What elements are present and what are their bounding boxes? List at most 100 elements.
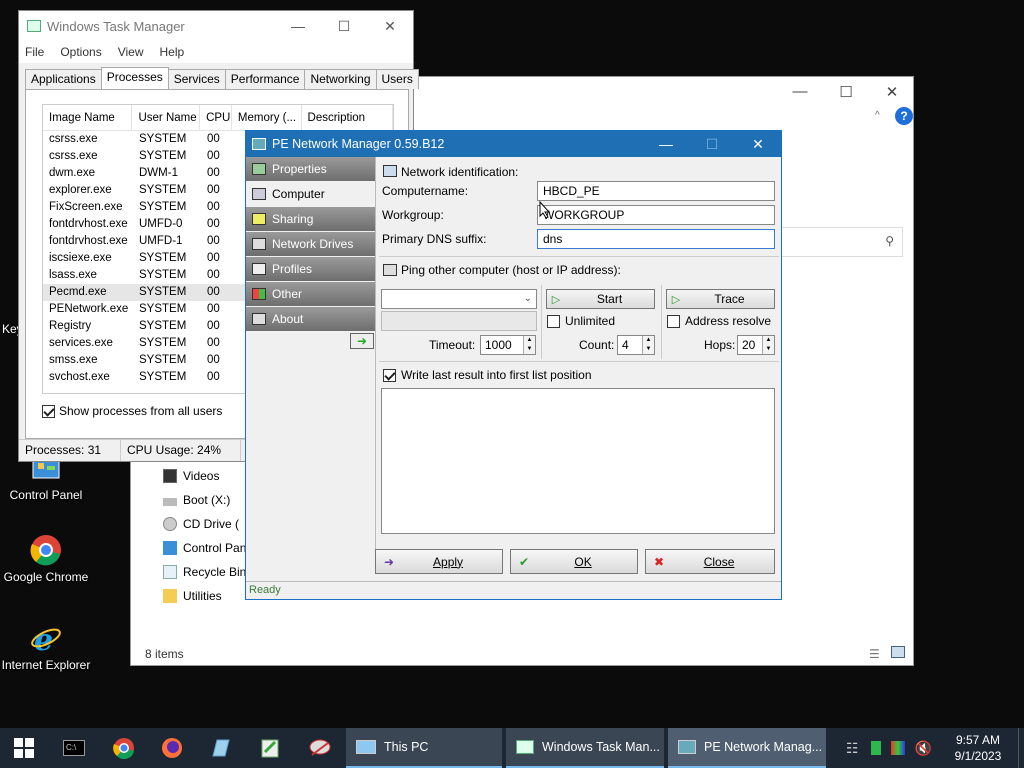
- ping-results-list[interactable]: [381, 388, 775, 534]
- tray-app-icon[interactable]: [870, 741, 881, 755]
- write-last-result-checkbox[interactable]: Write last result into first list positi…: [383, 368, 592, 382]
- nav-item-videos[interactable]: Videos: [163, 465, 219, 487]
- count-spinner[interactable]: 4 ▲ ▼: [617, 335, 655, 355]
- start-button-label: Start: [596, 292, 623, 306]
- sidebar-item-about[interactable]: About: [246, 307, 375, 331]
- taskbar-app-task-manager[interactable]: Windows Task Man...: [506, 728, 664, 768]
- close-icon[interactable]: ✕: [367, 11, 413, 41]
- timeout-spinner[interactable]: 1000 ▲ ▼: [480, 335, 536, 355]
- tools-app-icon[interactable]: [306, 734, 334, 762]
- desktop-icon-chrome[interactable]: Google Chrome: [0, 534, 92, 584]
- windows-logo-icon: [14, 738, 34, 758]
- ok-button[interactable]: ✔ OK: [510, 549, 638, 574]
- computername-field[interactable]: HBCD_PE: [537, 181, 775, 201]
- address-resolve-checkbox[interactable]: Address resolve: [667, 314, 771, 328]
- spinner-arrows-icon[interactable]: ▲ ▼: [762, 336, 774, 354]
- color-tray-icon[interactable]: [890, 741, 905, 755]
- column-header-memory[interactable]: Memory (...: [232, 105, 302, 131]
- spinner-arrows-icon[interactable]: ▲ ▼: [523, 336, 535, 354]
- taskbar-app-this-pc[interactable]: This PC: [346, 728, 502, 768]
- help-icon[interactable]: ?: [895, 107, 913, 125]
- column-header-cpu[interactable]: CPU: [200, 105, 232, 131]
- dns-suffix-field[interactable]: dns: [537, 229, 775, 249]
- menu-file[interactable]: File: [25, 45, 44, 59]
- pe-network-manager-window[interactable]: PE Network Manager 0.59.B12 — ☐ ✕ Proper…: [245, 130, 782, 600]
- taskbar-app-pe-network-manager[interactable]: PE Network Manag...: [668, 728, 826, 768]
- start-button[interactable]: ▷ Start: [546, 289, 655, 309]
- minimize-icon[interactable]: —: [643, 131, 689, 157]
- start-button[interactable]: [10, 734, 38, 762]
- column-header-user-name[interactable]: User Name: [132, 105, 201, 131]
- chevron-down-icon[interactable]: ⌄: [524, 290, 532, 308]
- nav-item-utilities[interactable]: Utilities: [163, 585, 222, 607]
- table-cell: Pecmd.exe: [49, 286, 107, 298]
- sidebar-item-other[interactable]: Other: [246, 282, 375, 306]
- nav-item-control-panel[interactable]: Control Pan: [163, 537, 246, 559]
- taskbar-app-label: This PC: [384, 740, 429, 754]
- unlimited-checkbox[interactable]: Unlimited: [547, 314, 615, 328]
- tab-performance[interactable]: Performance: [224, 69, 306, 89]
- ping-host-combobox[interactable]: ⌄: [381, 289, 537, 309]
- chrome-icon[interactable]: [110, 734, 138, 762]
- nav-item-boot[interactable]: Boot (X:): [163, 489, 230, 511]
- clock[interactable]: 9:57 AM 9/1/2023: [938, 732, 1018, 764]
- column-header-image-name[interactable]: Image Name: [43, 105, 133, 131]
- large-icons-view-icon[interactable]: [891, 646, 905, 658]
- show-all-processes-checkbox[interactable]: Show processes from all users: [42, 404, 222, 418]
- maximize-icon[interactable]: ☐: [689, 131, 735, 157]
- nav-item-recycle-bin[interactable]: Recycle Bin: [163, 561, 246, 583]
- network-icon[interactable]: ☷: [846, 740, 859, 757]
- maximize-icon[interactable]: ☐: [321, 11, 367, 41]
- checkbox-unchecked[interactable]: [667, 314, 680, 328]
- table-cell: fontdrvhost.exe: [49, 218, 128, 230]
- checkbox-checked[interactable]: [383, 368, 396, 382]
- trace-button[interactable]: ▷ Trace: [666, 289, 775, 309]
- chevron-up-icon[interactable]: ^: [875, 110, 880, 121]
- sidebar-item-computer[interactable]: Computer: [246, 182, 375, 206]
- sidebar-item-network-drives[interactable]: Network Drives: [246, 232, 375, 256]
- close-button[interactable]: ✖ Close: [645, 549, 775, 574]
- notes-app-icon[interactable]: [206, 734, 234, 762]
- editor-app-icon[interactable]: [256, 734, 284, 762]
- tab-processes[interactable]: Processes: [100, 67, 169, 89]
- details-view-icon[interactable]: ☰: [869, 647, 880, 661]
- checkbox-checked[interactable]: [42, 404, 55, 418]
- system-tray: ☷ 🔇 9:57 AM 9/1/2023: [846, 728, 1024, 768]
- menu-options[interactable]: Options: [60, 45, 101, 59]
- task-manager-titlebar[interactable]: Windows Task Manager — ☐ ✕: [19, 11, 413, 41]
- table-cell: iscsiexe.exe: [49, 252, 112, 264]
- tab-services[interactable]: Services: [167, 69, 226, 89]
- taskbar-app-label: PE Network Manag...: [704, 740, 823, 754]
- menu-view[interactable]: View: [118, 45, 144, 59]
- column-header-description[interactable]: Description: [302, 105, 393, 131]
- sidebar-item-label: Computer: [272, 187, 325, 201]
- search-input[interactable]: ⚲: [781, 227, 903, 257]
- ok-button-label: OK: [574, 554, 592, 569]
- sidebar-item-properties[interactable]: Properties: [246, 157, 375, 181]
- sidebar-item-sharing[interactable]: Sharing: [246, 207, 375, 231]
- minimize-icon[interactable]: —: [275, 11, 321, 41]
- tab-networking[interactable]: Networking: [304, 69, 377, 89]
- table-cell: 00: [207, 218, 220, 230]
- spinner-arrows-icon[interactable]: ▲ ▼: [642, 336, 654, 354]
- tab-applications[interactable]: Applications: [25, 69, 102, 89]
- close-icon[interactable]: ✕: [869, 83, 915, 101]
- menu-help[interactable]: Help: [160, 45, 185, 59]
- pen-titlebar[interactable]: PE Network Manager 0.59.B12 — ☐ ✕: [246, 131, 781, 157]
- workgroup-field[interactable]: WORKGROUP: [537, 205, 775, 225]
- sidebar-item-profiles[interactable]: Profiles: [246, 257, 375, 281]
- maximize-icon[interactable]: ☐: [823, 83, 869, 101]
- close-icon[interactable]: ✕: [735, 131, 781, 157]
- show-desktop-button[interactable]: [1018, 728, 1024, 768]
- nav-item-cd-drive[interactable]: CD Drive (: [163, 513, 239, 535]
- firefox-icon[interactable]: [158, 734, 186, 762]
- minimize-icon[interactable]: —: [777, 83, 823, 100]
- volume-muted-icon[interactable]: 🔇: [915, 740, 932, 757]
- apply-button[interactable]: ➜ Apply: [375, 549, 503, 574]
- cmd-icon[interactable]: C:\: [60, 734, 88, 762]
- tab-users[interactable]: Users: [375, 69, 419, 89]
- desktop-icon-internet-explorer[interactable]: e Internet Explorer: [0, 622, 92, 672]
- arrow-right-icon[interactable]: ➜: [350, 333, 374, 349]
- checkbox-unchecked[interactable]: [547, 314, 560, 328]
- hops-spinner[interactable]: 20 ▲ ▼: [737, 335, 775, 355]
